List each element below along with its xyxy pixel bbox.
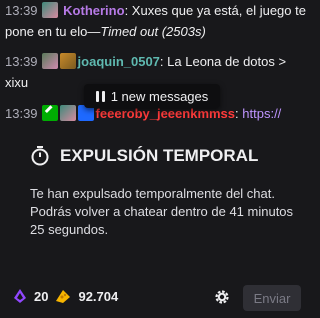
chat-username[interactable]: feeeroby_jeeenkmmss — [96, 106, 235, 121]
timeout-message: Te han expulsado temporalmente del chat.… — [30, 186, 294, 237]
subscriber-badge-icon[interactable] — [59, 105, 76, 121]
chat-footer: 20 92.704 Enviar — [0, 283, 314, 313]
channel-points-icon[interactable] — [54, 288, 72, 304]
chat-username[interactable]: Kotherino — [63, 3, 124, 18]
channel-points-count: 92.704 — [78, 288, 119, 304]
chat-list: 13:39 Kotherino: Xuxes que ya está, el j… — [0, 0, 314, 130]
message-timestamp: 13:39 — [5, 3, 38, 18]
timeout-panel: EXPULSIÓN TEMPORAL Te han expulsado temp… — [0, 132, 314, 272]
timeout-header: EXPULSIÓN TEMPORAL — [30, 146, 258, 166]
moderator-badge-icon[interactable] — [41, 105, 58, 121]
gift-badge-icon[interactable] — [59, 53, 76, 69]
pause-icon — [95, 90, 105, 102]
chat-link[interactable]: https:// — [239, 106, 281, 121]
chat-message: 13:39 Kotherino: Xuxes que ya está, el j… — [5, 0, 308, 42]
subscriber-badge-icon[interactable] — [41, 2, 58, 18]
bits-icon[interactable] — [12, 288, 28, 304]
subscriber-badge-icon[interactable] — [41, 53, 58, 69]
chat-username[interactable]: joaquin_0507 — [78, 54, 160, 69]
send-button[interactable]: Enviar — [243, 285, 301, 311]
wallet: 20 92.704 — [12, 288, 118, 304]
stopwatch-icon — [31, 146, 49, 166]
new-messages-button[interactable]: 1 new messages — [84, 84, 220, 108]
message-timestamp: 13:39 — [5, 54, 38, 69]
new-messages-label: 1 new messages — [110, 88, 209, 104]
timeout-title: EXPULSIÓN TEMPORAL — [60, 146, 259, 165]
gear-icon[interactable] — [213, 288, 231, 306]
message-timestamp: 13:39 — [5, 106, 38, 121]
timeout-notice: Timed out (2503s) — [100, 24, 206, 39]
bits-count: 20 — [34, 288, 49, 304]
